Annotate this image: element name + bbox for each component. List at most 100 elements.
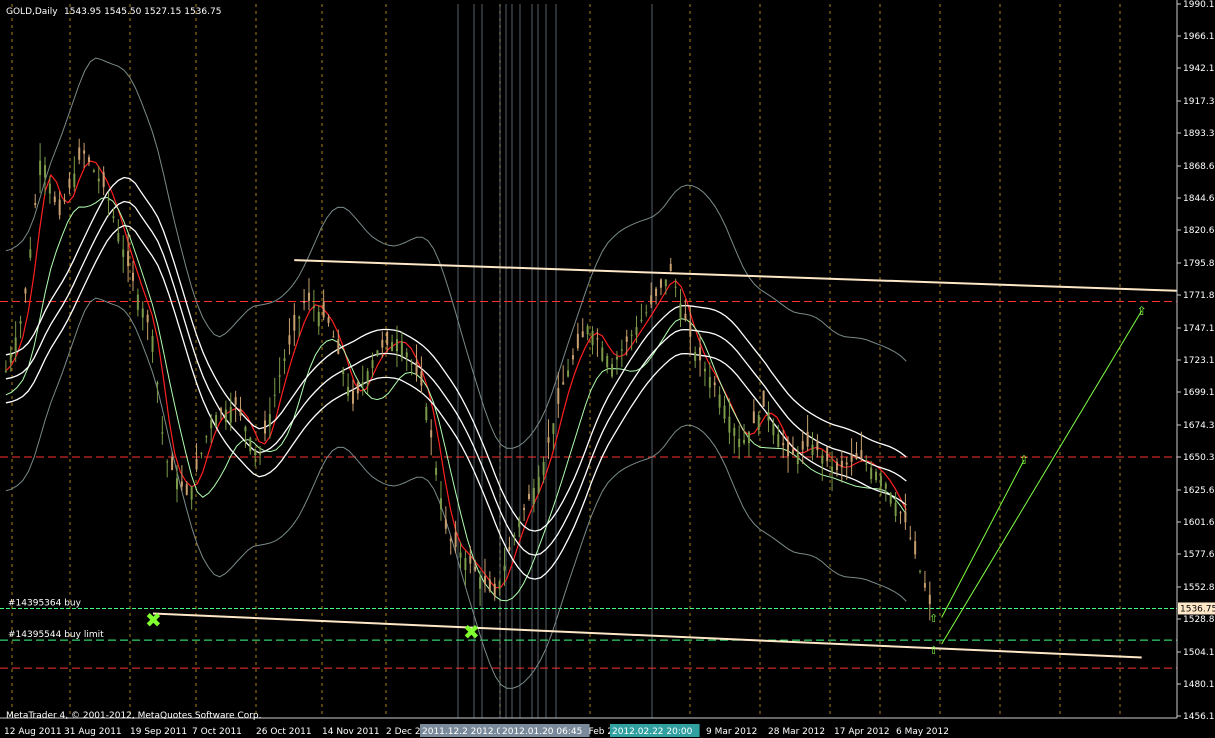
- candle-body: [562, 382, 565, 385]
- candle-body: [347, 387, 350, 396]
- y-tick-label: 1674.35: [1183, 421, 1215, 431]
- x-tick-label: 6 May 2012: [896, 727, 949, 737]
- y-tick-label: 1747.10: [1183, 324, 1215, 334]
- candle-body: [112, 216, 115, 218]
- candle-body: [884, 483, 887, 489]
- candle-body: [381, 339, 384, 348]
- candle-body: [9, 354, 12, 363]
- candle-body: [513, 535, 516, 537]
- candle-body: [317, 311, 320, 327]
- candle-body: [855, 453, 858, 460]
- candle-body: [273, 394, 276, 396]
- candle-body: [73, 173, 76, 188]
- candle-body: [141, 308, 144, 318]
- candle-body: [102, 172, 105, 187]
- candle-body: [620, 349, 623, 351]
- candle-body: [835, 461, 838, 471]
- y-tick-label: 1990.10: [1183, 0, 1215, 10]
- y-tick-label: 1868.60: [1183, 162, 1215, 172]
- candle-body: [200, 452, 203, 454]
- candle-body: [180, 481, 183, 487]
- candle-body: [601, 347, 604, 361]
- candle-body: [909, 537, 912, 539]
- buy-arrow-icon: ⇧: [929, 612, 938, 625]
- candle-body: [219, 408, 222, 413]
- candle-body: [796, 452, 799, 465]
- price-chart[interactable]: #14395364 buy #14395544 buy limit ⇧ ⇧ ✖ ✖ ⇧ ⇧…: [0, 0, 1215, 738]
- candle-body: [791, 449, 794, 455]
- candle-body: [342, 370, 345, 375]
- candle-body: [53, 196, 56, 203]
- candle-body: [542, 462, 545, 476]
- candle-body: [591, 330, 594, 346]
- trendline-upper-channel: [294, 259, 1178, 292]
- candle-body: [669, 263, 672, 272]
- candle-body: [83, 150, 86, 154]
- chart-canvas[interactable]: #14395364 buy#14395544 buy limit ⇧⇧ ✖ ✖⇧⇧…: [0, 0, 1215, 738]
- candle-body: [552, 423, 555, 434]
- candle-body: [4, 370, 7, 372]
- candle-body: [537, 476, 540, 493]
- candle-body: [151, 336, 154, 352]
- candle-body: [860, 450, 863, 460]
- candle-body: [400, 341, 403, 357]
- candle-body: [493, 583, 496, 597]
- y-tick-label: 1771.85: [1183, 291, 1215, 301]
- candle-body: [782, 443, 785, 446]
- x-tick-label: 7 Oct 2011: [192, 727, 242, 737]
- candle-body: [679, 303, 682, 319]
- chart-title: GOLD,Daily: [6, 7, 58, 17]
- y-tick-label: 1552.85: [1183, 583, 1215, 593]
- candle-body: [650, 295, 653, 305]
- candle-body: [894, 502, 897, 516]
- order-label: #14395364 buy: [8, 598, 82, 608]
- order-label: #14395544 buy limit: [8, 630, 104, 640]
- current-price-label: 1536.75: [1180, 604, 1215, 614]
- x-highlight-label: 2012.02.22 20:00: [612, 727, 693, 737]
- candle-body: [234, 397, 237, 405]
- envelope-mid: [5, 200, 907, 556]
- candle-body: [205, 436, 208, 438]
- candle-body: [821, 455, 824, 464]
- candle-body: [171, 457, 174, 470]
- candles: [4, 138, 931, 621]
- candle-body: [259, 452, 262, 455]
- y-tick-label: 1917.35: [1183, 97, 1215, 107]
- candle-body: [567, 370, 570, 377]
- candle-body: [117, 232, 120, 242]
- candle-body: [923, 583, 926, 588]
- candle-body: [816, 440, 819, 451]
- candle-body: [787, 441, 790, 457]
- candle-body: [351, 390, 354, 404]
- candle-body: [845, 462, 848, 465]
- y-tick-label: 1650.35: [1183, 453, 1215, 463]
- candle-body: [190, 486, 193, 500]
- candle-body: [762, 390, 765, 407]
- candle-body: [630, 334, 633, 336]
- y-tick-label: 1795.85: [1183, 259, 1215, 269]
- candle-body: [743, 439, 746, 444]
- cross-marker-icon: ✖: [145, 608, 162, 632]
- candle-body: [337, 339, 340, 354]
- y-tick-label: 1528.85: [1183, 615, 1215, 625]
- candle-body: [92, 170, 95, 172]
- candle-body: [97, 178, 100, 182]
- candle-body: [699, 347, 702, 361]
- candle-body: [161, 432, 164, 434]
- candle-body: [210, 419, 213, 429]
- candle-body: [244, 426, 247, 432]
- candle-body: [430, 430, 433, 438]
- candle-body: [469, 555, 472, 564]
- candle-body: [625, 336, 628, 342]
- bollinger-upper: [5, 57, 907, 449]
- candle-body: [146, 314, 149, 323]
- candle-body: [366, 371, 369, 385]
- candle-body: [278, 375, 281, 377]
- y-tick-label: 1942.10: [1183, 64, 1215, 74]
- candle-body: [527, 493, 530, 500]
- grid-lines: [11, 4, 1121, 718]
- candle-body: [156, 382, 159, 385]
- candle-body: [215, 415, 218, 427]
- candle-body: [166, 461, 169, 463]
- candle-body: [757, 414, 760, 431]
